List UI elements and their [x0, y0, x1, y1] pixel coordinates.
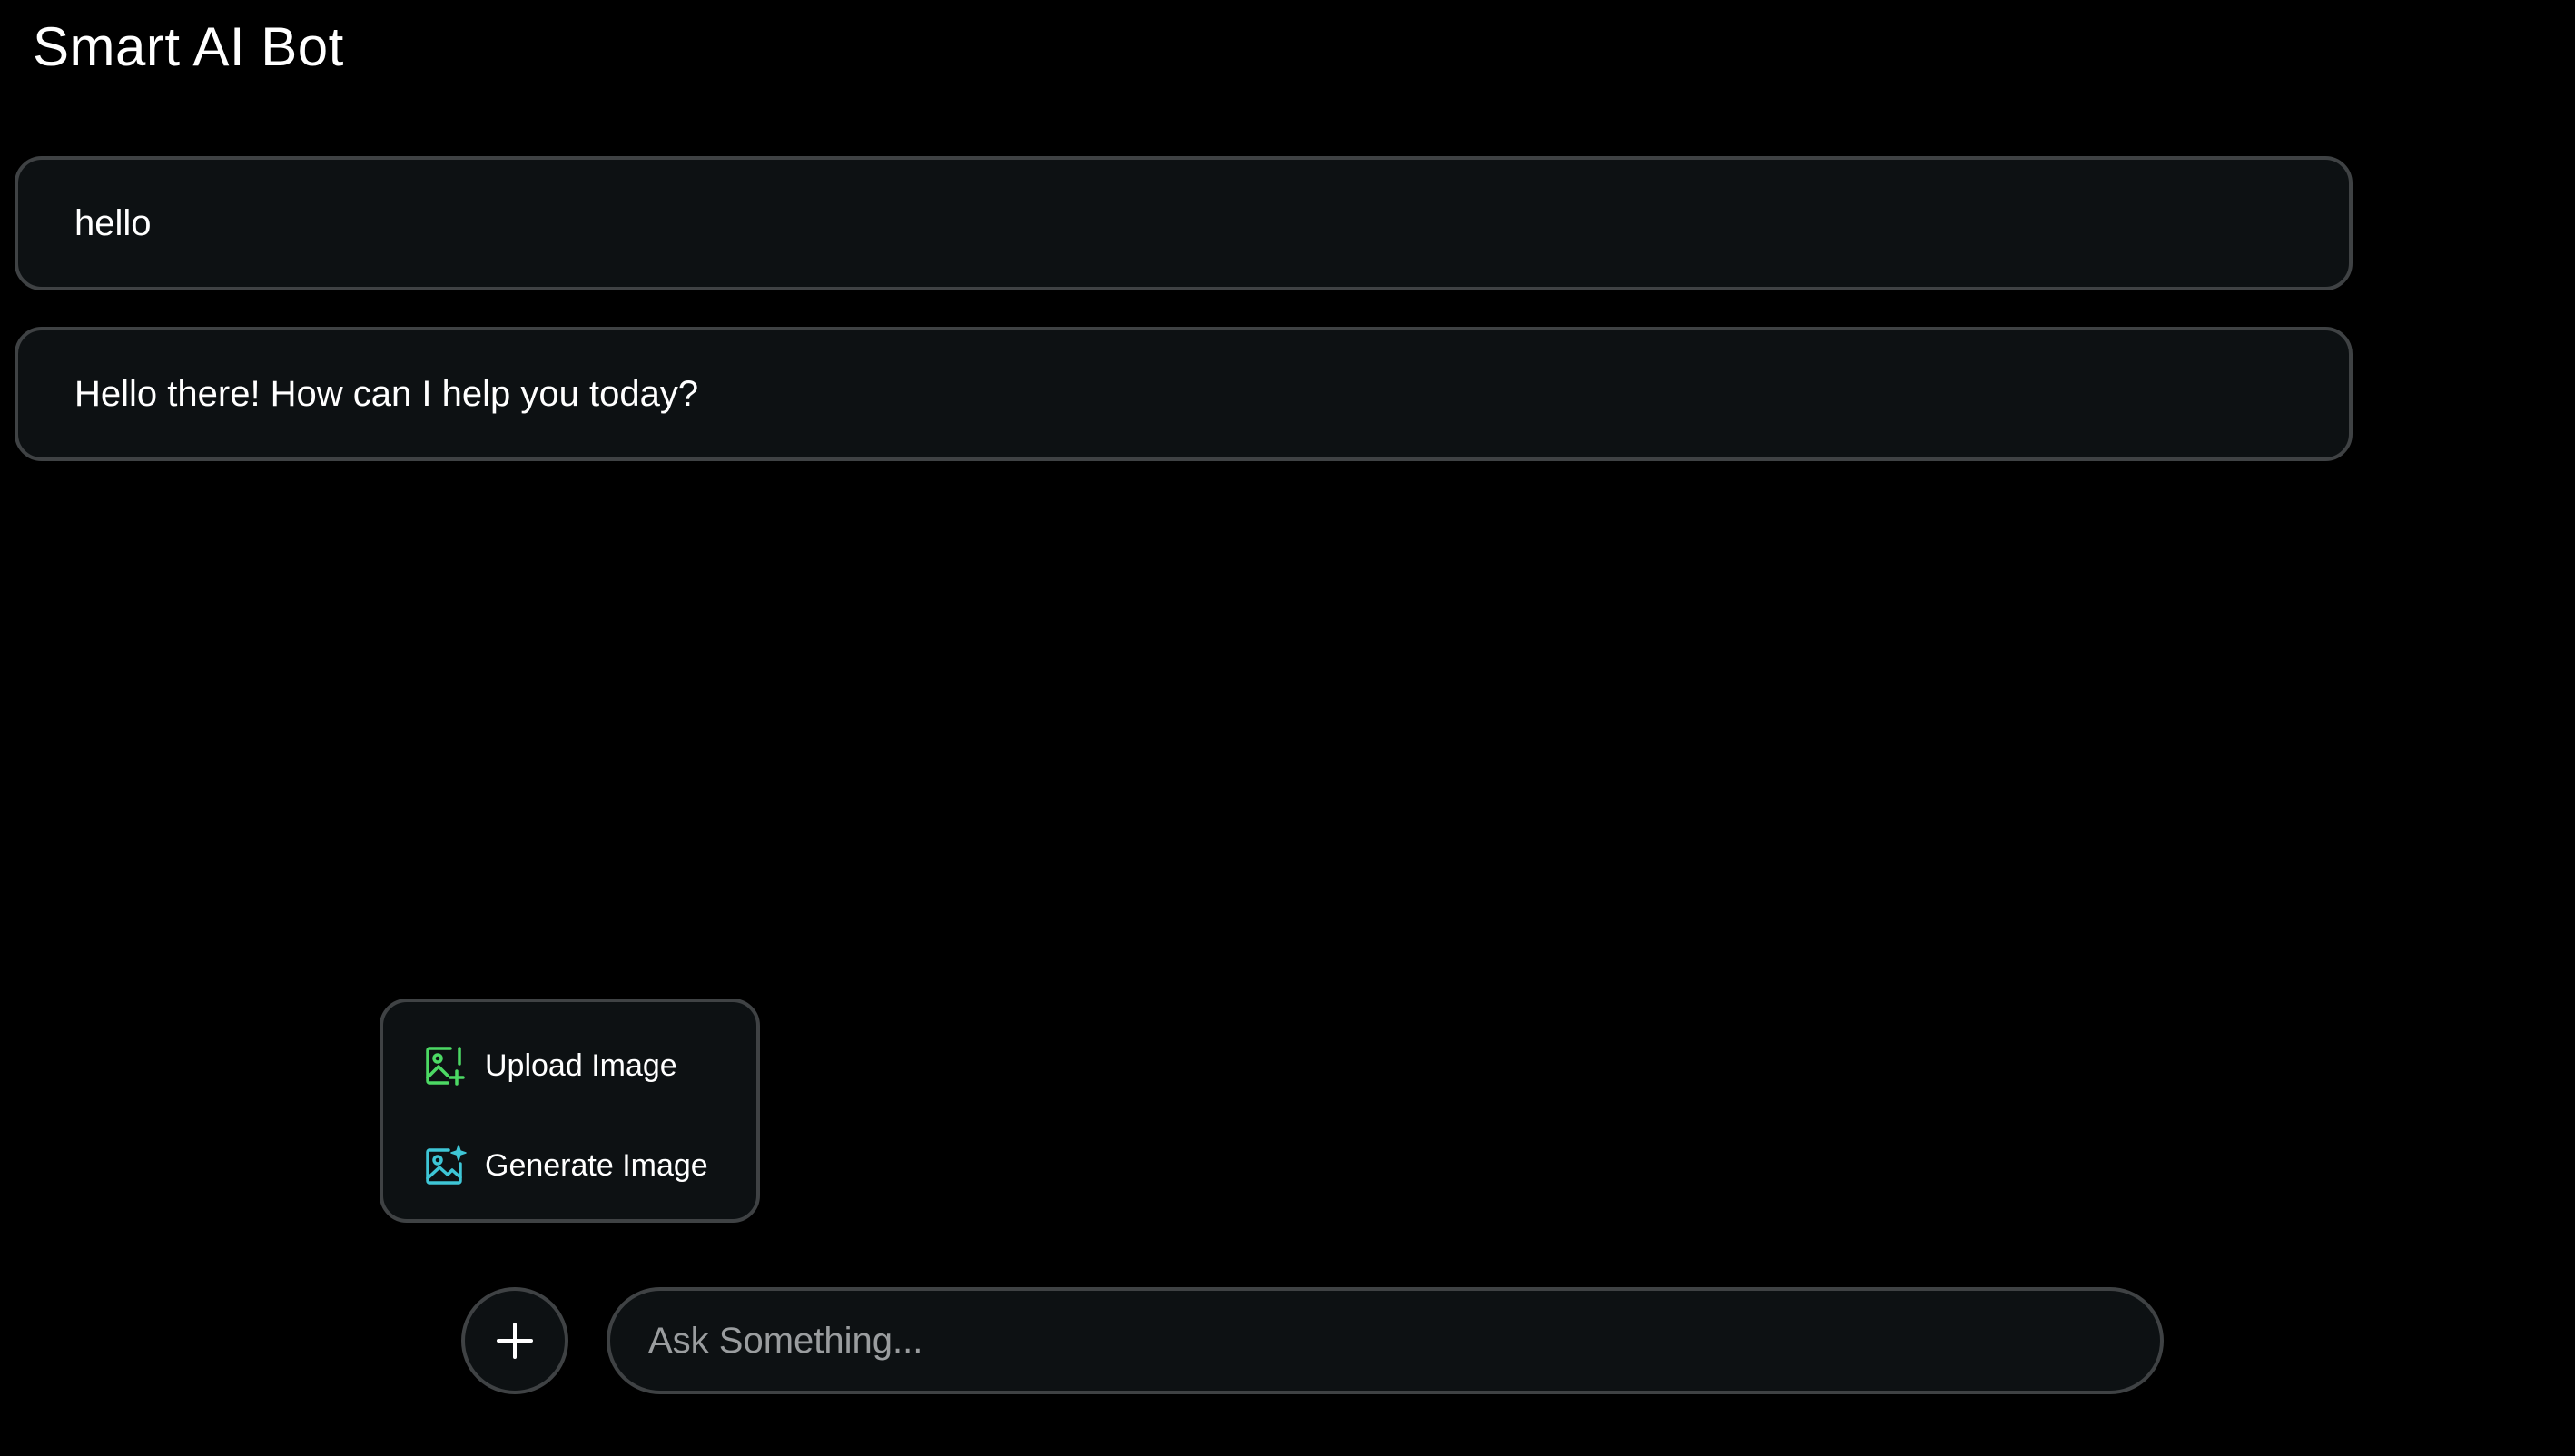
generate-image-label: Generate Image	[485, 1147, 708, 1183]
generate-image-icon	[423, 1144, 467, 1187]
app-title: Smart AI Bot	[33, 16, 344, 77]
upload-image-icon	[423, 1044, 467, 1087]
ask-input[interactable]	[607, 1287, 2164, 1394]
upload-image-label: Upload Image	[485, 1048, 677, 1083]
user-message: hello	[15, 156, 2353, 290]
add-attachment-button[interactable]	[461, 1287, 568, 1394]
generate-image-menu-item[interactable]: Generate Image	[423, 1144, 708, 1187]
chat-messages: hello Hello there! How can I help you to…	[15, 156, 2353, 497]
upload-image-menu-item[interactable]: Upload Image	[423, 1044, 677, 1087]
plus-icon	[497, 1323, 533, 1359]
attach-menu: Upload Image Generate Image	[380, 999, 760, 1223]
bot-message: Hello there! How can I help you today?	[15, 327, 2353, 461]
